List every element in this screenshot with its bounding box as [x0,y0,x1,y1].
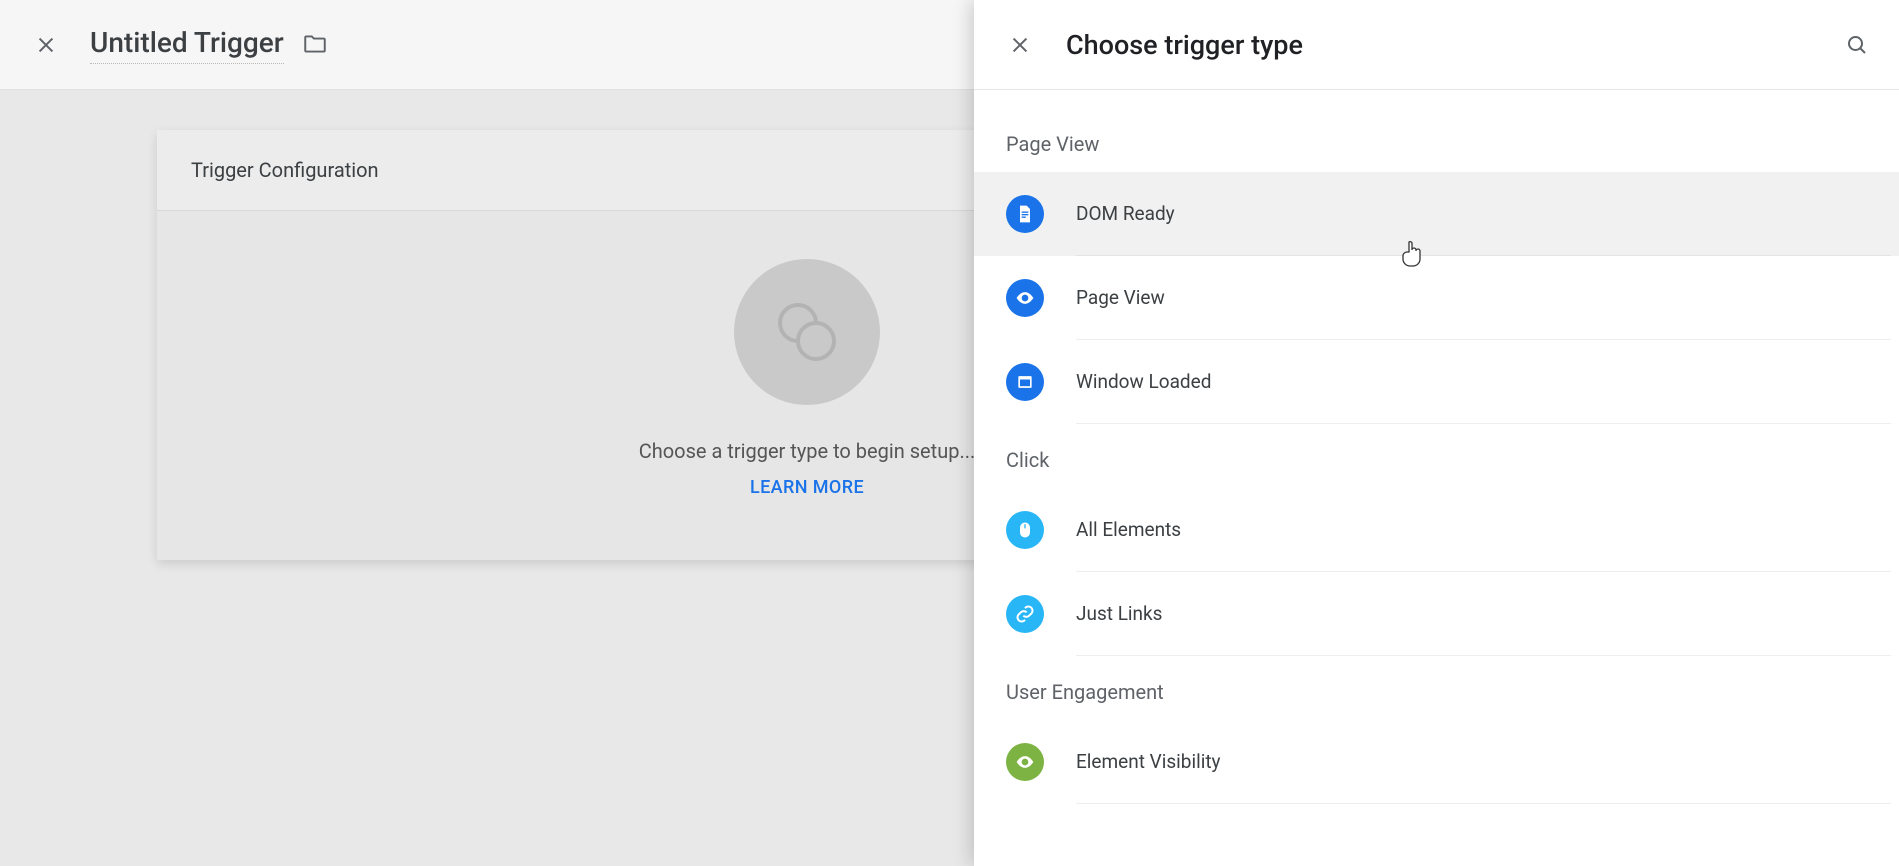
trigger-type-label: All Elements [1076,518,1181,541]
folder-icon[interactable] [302,31,328,61]
window-icon [1006,363,1044,401]
eye-icon [1006,743,1044,781]
trigger-type-row[interactable]: Just Links [974,572,1899,656]
close-editor-button[interactable] [30,29,62,61]
category-heading: User Engagement [974,656,1899,720]
trigger-type-row[interactable]: Page View [974,256,1899,340]
close-icon [1009,34,1031,56]
close-panel-button[interactable] [1004,29,1036,61]
trigger-name-input[interactable]: Untitled Trigger [90,26,284,64]
panel-header: Choose trigger type [974,0,1899,90]
trigger-type-label: Just Links [1076,602,1162,625]
trigger-type-row[interactable]: Element Visibility [974,720,1899,804]
placeholder-graphic [734,259,880,405]
panel-body: Page View DOM Ready Page View Window Loaded… [974,90,1899,866]
trigger-type-label: Page View [1076,286,1165,309]
trigger-type-label: Element Visibility [1076,750,1221,773]
document-icon [1006,195,1044,233]
category-heading: Click [974,424,1899,488]
trigger-type-row[interactable]: All Elements [974,488,1899,572]
trigger-type-row[interactable]: Window Loaded [974,340,1899,424]
close-icon [35,34,57,56]
trigger-type-label: Window Loaded [1076,370,1211,393]
trigger-type-label: DOM Ready [1076,202,1175,225]
mouse-icon [1006,511,1044,549]
prompt-text: Choose a trigger type to begin setup... [639,439,976,463]
link-icon [1006,595,1044,633]
trigger-type-row[interactable]: DOM Ready [974,172,1899,256]
trigger-type-panel: Choose trigger type Page ViewDOM ReadyPa… [974,0,1899,866]
eye-icon [1006,279,1044,317]
search-icon [1845,33,1869,57]
learn-more-link[interactable]: LEARN MORE [750,477,864,498]
title-wrap: Untitled Trigger [90,26,328,64]
panel-title: Choose trigger type [1066,29,1303,61]
category-heading: Page View [974,114,1899,172]
search-button[interactable] [1841,29,1873,61]
